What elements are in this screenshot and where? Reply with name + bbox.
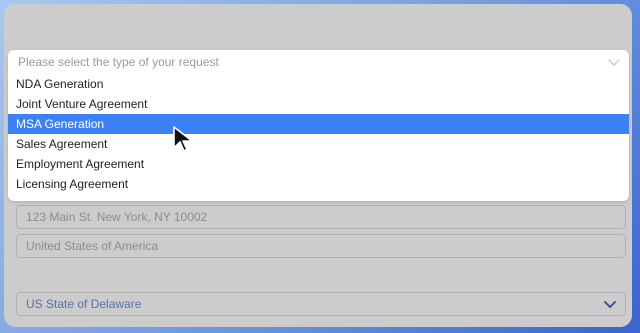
option-employment-agreement[interactable]: Employment Agreement <box>8 154 629 174</box>
chevron-down-icon <box>607 55 621 72</box>
request-type-select[interactable]: Please select the type of your request <box>8 50 629 74</box>
mouse-cursor-icon <box>172 126 196 157</box>
option-label: Employment Agreement <box>16 157 145 171</box>
option-label: MSA Generation <box>16 117 105 131</box>
option-label: NDA Generation <box>16 77 104 91</box>
option-label: Licensing Agreement <box>16 177 129 191</box>
option-licensing-agreement[interactable]: Licensing Agreement <box>8 174 629 194</box>
option-joint-venture-agreement[interactable]: Joint Venture Agreement <box>8 94 629 114</box>
option-label: Sales Agreement <box>16 137 108 151</box>
option-sales-agreement[interactable]: Sales Agreement <box>8 134 629 154</box>
option-label: Joint Venture Agreement <box>16 97 148 111</box>
option-nda-generation[interactable]: NDA Generation <box>8 74 629 94</box>
option-msa-generation[interactable]: MSA Generation <box>8 114 629 134</box>
request-type-dropdown[interactable]: Please select the type of your request N… <box>8 50 629 201</box>
request-type-placeholder: Please select the type of your request <box>18 55 219 69</box>
